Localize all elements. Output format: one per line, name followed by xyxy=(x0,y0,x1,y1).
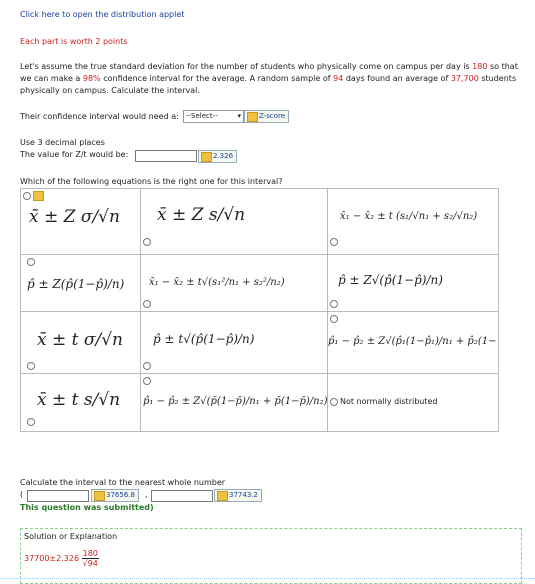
q1-label: Their confidence interval would need a: xyxy=(20,112,179,121)
option-radio[interactable] xyxy=(143,377,151,385)
answer-check-icon xyxy=(217,491,228,501)
option-radio[interactable] xyxy=(27,418,35,426)
option-radio[interactable] xyxy=(143,362,151,370)
option-t-sigma[interactable]: x̄ ± t σ/√n xyxy=(20,311,141,374)
answer-check-icon xyxy=(201,152,212,162)
option-radio[interactable] xyxy=(330,238,338,246)
option-radio[interactable] xyxy=(330,398,338,406)
option-t-sample-s[interactable]: x̄ ± t s/√n xyxy=(20,373,141,432)
z-t-value-input[interactable] xyxy=(135,150,197,162)
problem-text: Let's assume the true standard deviation… xyxy=(20,62,518,95)
formula-diff-props-pooled: p̂₁ − p̂₂ ± Z√(p̄(1−p̄)/n₁ + p̄(1−p̄)/n₂… xyxy=(143,396,328,407)
option-t-proportion[interactable]: p̂ ± t√(p̂(1−p̂)/n) xyxy=(140,311,328,374)
q2-label: The value for Z/t would be: xyxy=(20,150,129,159)
option-diff-means-t-sq[interactable]: x̄₁ − x̄₂ ± t√(s₁²/n₁ + s₂²/n₂) xyxy=(140,254,328,312)
formula-t-prop: p̂ ± t√(p̂(1−p̂)/n) xyxy=(153,332,255,346)
option-diff-props-pooled[interactable]: p̂₁ − p̂₂ ± Z√(p̄(1−p̄)/n₁ + p̄(1−p̄)/n₂… xyxy=(140,373,328,432)
q2-decimals: Use 3 decimal places xyxy=(20,138,105,147)
formula-t-s: x̄ ± t s/√n xyxy=(37,390,121,410)
answer-check-icon xyxy=(94,491,105,501)
formula-z-prop-sqrt: p̂ ± Z√(p̂(1−p̂)/n) xyxy=(338,273,443,287)
option-z-prop-sqrt[interactable]: p̂ ± Z√(p̂(1−p̂)/n) xyxy=(327,254,499,312)
comma-sep: , xyxy=(145,490,148,499)
option-radio[interactable] xyxy=(23,192,31,200)
solution-expression: 37700±2.326 180 √94 xyxy=(24,549,99,568)
option-radio[interactable] xyxy=(143,300,151,308)
solution-title: Solution or Explanation xyxy=(24,532,118,541)
formula-z-sigma: x̄ ± Z σ/√n xyxy=(29,207,120,227)
option-diff-means-t[interactable]: x̄₁ − x̄₂ ± t (s₁/√n₁ + s₂/√n₂) xyxy=(327,188,499,255)
lower-answer-badge: 37656.8 xyxy=(91,489,139,502)
lower-bound-input[interactable] xyxy=(27,490,89,502)
option-radio[interactable] xyxy=(330,315,338,323)
open-paren: ( xyxy=(20,490,24,499)
upper-bound-input[interactable] xyxy=(151,490,213,502)
option-radio[interactable] xyxy=(330,300,338,308)
q1-answer-badge: Z-score xyxy=(244,110,290,123)
formula-diff-props: p̂₁ − p̂₂ ± Z√(p̂₁(1−p̂₁)/n₁ + p̂₂(1− xyxy=(328,336,497,347)
q4-label: Calculate the interval to the nearest wh… xyxy=(20,478,226,487)
equation-options-table: x̄ ± Z σ/√n x̄ ± Z s/√n x̄₁ − x̄₂ ± t (s… xyxy=(20,188,499,432)
option-z-known-sigma[interactable]: x̄ ± Z σ/√n xyxy=(20,188,141,255)
points-note: Each part is worth 2 points xyxy=(20,37,128,46)
option-radio[interactable] xyxy=(27,258,35,266)
answer-check-icon xyxy=(33,191,44,201)
formula-z-s: x̄ ± Z s/√n xyxy=(157,205,246,225)
answer-check-icon xyxy=(247,112,258,122)
formula-z-prop: p̂ ± Z(p̂(1−p̂)/n) xyxy=(27,277,125,291)
option-z-proportion[interactable]: p̂ ± Z(p̂(1−p̂)/n) xyxy=(20,254,141,312)
option-diff-props[interactable]: p̂₁ − p̂₂ ± Z√(p̂₁(1−p̂₁)/n₁ + p̂₂(1− xyxy=(327,311,499,374)
upper-answer-badge: 37743.2 xyxy=(214,489,262,502)
chevron-down-icon: ▾ xyxy=(237,112,241,120)
applet-link[interactable]: Click here to open the distribution appl… xyxy=(20,10,184,19)
option-radio[interactable] xyxy=(27,362,35,370)
formula-t-sigma: x̄ ± t σ/√n xyxy=(37,330,123,350)
formula-diff-means: x̄₁ − x̄₂ ± t (s₁/√n₁ + s₂/√n₂) xyxy=(340,211,478,222)
q3-label: Which of the following equations is the … xyxy=(20,177,283,186)
solution-box: Solution or Explanation 37700±2.326 180 √… xyxy=(20,528,522,584)
not-normal-label: Not normally distributed xyxy=(340,397,438,406)
q2-answer-badge: 2.326 xyxy=(198,150,238,163)
option-radio[interactable] xyxy=(143,238,151,246)
option-z-sample-s[interactable]: x̄ ± Z s/√n xyxy=(140,188,328,255)
divider xyxy=(0,578,535,579)
submitted-status: This question was submitted) xyxy=(20,503,154,512)
formula-diff-means-sq: x̄₁ − x̄₂ ± t√(s₁²/n₁ + s₂²/n₂) xyxy=(149,277,285,288)
interval-type-select[interactable]: --Select-- ▾ xyxy=(183,110,244,123)
option-not-normal[interactable]: Not normally distributed xyxy=(327,373,499,432)
